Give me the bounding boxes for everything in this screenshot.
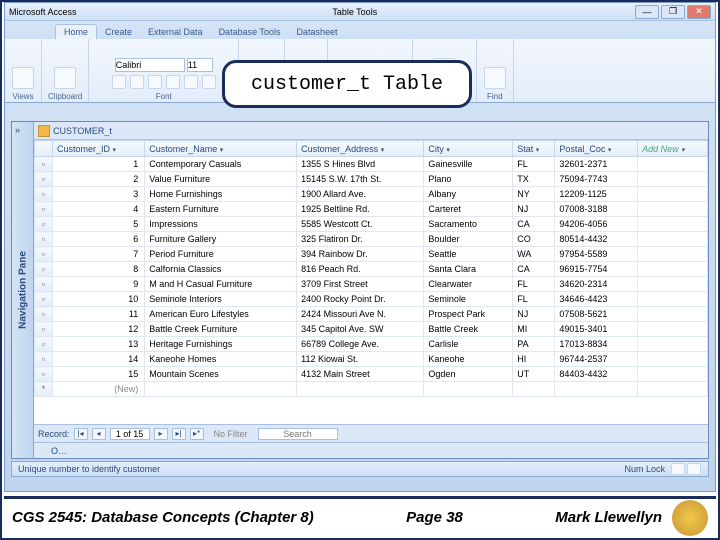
table-row[interactable]: ▫3Home Furnishings1900 Allard Ave.Albany… [35, 187, 708, 202]
view-button[interactable] [12, 67, 34, 89]
align-center-button[interactable] [184, 75, 198, 89]
find-button[interactable] [484, 67, 506, 89]
table-row[interactable]: ▫8Calfornia Classics816 Peach Rd.Santa C… [35, 262, 708, 277]
callout-label: customer_t Table [222, 60, 472, 108]
tab-database-tools[interactable]: Database Tools [211, 25, 289, 39]
table-row[interactable]: ▫15Mountain Scenes4132 Main StreetOgdenU… [35, 367, 708, 382]
minimize-button[interactable]: — [635, 5, 659, 19]
bold-button[interactable] [112, 75, 126, 89]
record-navigator: Record: |◂ ◂ ▸ ▸| ▸* No Filter [34, 424, 708, 442]
app-title: Microsoft Access [9, 7, 77, 17]
table-icon [38, 446, 48, 456]
align-left-button[interactable] [166, 75, 180, 89]
maximize-button[interactable]: ❐ [661, 5, 685, 19]
navigation-pane[interactable]: » Navigation Pane [12, 122, 34, 458]
close-button[interactable]: ✕ [687, 5, 711, 19]
record-position-input[interactable] [110, 428, 150, 440]
table-row[interactable]: ▫7Period Furniture394 Rainbow Dr.Seattle… [35, 247, 708, 262]
table-row[interactable]: ▫13Heritage Furnishings66789 College Ave… [35, 337, 708, 352]
table-row[interactable]: ▫12Battle Creek Furniture345 Capitol Ave… [35, 322, 708, 337]
datasheet-window: CUSTOMER_t Customer_ID ▾Customer_Name ▾C… [34, 122, 708, 458]
column-header[interactable]: Postal_Coc ▾ [555, 141, 638, 157]
tab-home[interactable]: Home [55, 24, 97, 39]
view-datasheet-button[interactable] [671, 463, 685, 475]
table-row[interactable]: ▫10Seminole Interiors2400 Rocky Point Dr… [35, 292, 708, 307]
footer-course: CGS 2545: Database Concepts (Chapter 8) [12, 509, 314, 526]
table-row[interactable]: ▫9M and H Casual Furniture3709 First Str… [35, 277, 708, 292]
underline-button[interactable] [148, 75, 162, 89]
status-text: Unique number to identify customer [18, 464, 160, 474]
footer-page: Page 38 [406, 509, 463, 526]
column-header[interactable]: Customer_ID ▾ [53, 141, 145, 157]
tab-datasheet[interactable]: Datasheet [288, 25, 345, 39]
table-row[interactable]: ▫2Value Furniture15145 S.W. 17th St.Plan… [35, 172, 708, 187]
next-record-button[interactable]: ▸ [154, 428, 168, 440]
context-tools: Table Tools [332, 7, 377, 17]
ribbon-group-font: Font [89, 39, 239, 102]
table-icon [38, 125, 50, 137]
numlock-indicator: Num Lock [624, 464, 665, 474]
datasheet-grid[interactable]: Customer_ID ▾Customer_Name ▾Customer_Add… [34, 140, 708, 424]
tab-external-data[interactable]: External Data [140, 25, 211, 39]
new-row[interactable]: *(New) [35, 382, 708, 397]
footer-author: Mark Llewellyn [555, 509, 662, 526]
view-design-button[interactable] [687, 463, 701, 475]
last-record-button[interactable]: ▸| [172, 428, 186, 440]
new-record-button[interactable]: ▸* [190, 428, 204, 440]
table-row[interactable]: ▫4Eastern Furniture1925 Beltline Rd.Cart… [35, 202, 708, 217]
navpane-label: Navigation Pane [17, 251, 28, 329]
column-header[interactable]: City ▾ [424, 141, 513, 157]
ribbon-group-views: Views [5, 39, 42, 102]
ribbon-group-find: Find [477, 39, 514, 102]
column-header[interactable]: Add New ▾ [638, 141, 708, 157]
column-header[interactable]: Customer_Name ▾ [145, 141, 297, 157]
table-row[interactable]: ▫6Furniture Gallery325 Flatiron Dr.Bould… [35, 232, 708, 247]
table-row[interactable]: ▫5Impressions5585 Westcott Ct.Sacramento… [35, 217, 708, 232]
search-input[interactable] [258, 428, 338, 440]
prev-record-button[interactable]: ◂ [92, 428, 106, 440]
table-row[interactable]: ▫1Contemporary Casuals1355 S Hines BlvdG… [35, 157, 708, 172]
ribbon-tabs: Home Create External Data Database Tools… [5, 21, 715, 39]
object-bar: O… [34, 442, 708, 458]
ribbon-group-clipboard: Clipboard [42, 39, 89, 102]
table-tab[interactable]: CUSTOMER_t [34, 122, 708, 140]
titlebar: Microsoft Access Table Tools — ❐ ✕ [5, 3, 715, 21]
paste-button[interactable] [54, 67, 76, 89]
italic-button[interactable] [130, 75, 144, 89]
ucf-logo [672, 500, 708, 536]
table-row[interactable]: ▫11American Euro Lifestyles2424 Missouri… [35, 307, 708, 322]
table-tab-label: CUSTOMER_t [53, 126, 112, 136]
table-row[interactable]: ▫14Kaneohe Homes112 Kiowai St.KaneoheHI9… [35, 352, 708, 367]
navpane-expand-icon[interactable]: » [15, 125, 20, 135]
first-record-button[interactable]: |◂ [74, 428, 88, 440]
document-area: » Navigation Pane CUSTOMER_t Customer_ID… [11, 121, 709, 459]
filter-status: No Filter [214, 429, 248, 439]
column-header[interactable]: Customer_Address ▾ [297, 141, 424, 157]
align-right-button[interactable] [202, 75, 216, 89]
tab-create[interactable]: Create [97, 25, 140, 39]
font-name-input[interactable] [115, 58, 185, 72]
column-header[interactable]: Stat ▾ [513, 141, 555, 157]
status-bar: Unique number to identify customer Num L… [11, 461, 709, 477]
record-label: Record: [38, 429, 70, 439]
slide-footer: CGS 2545: Database Concepts (Chapter 8) … [4, 496, 716, 536]
font-size-input[interactable] [187, 58, 213, 72]
